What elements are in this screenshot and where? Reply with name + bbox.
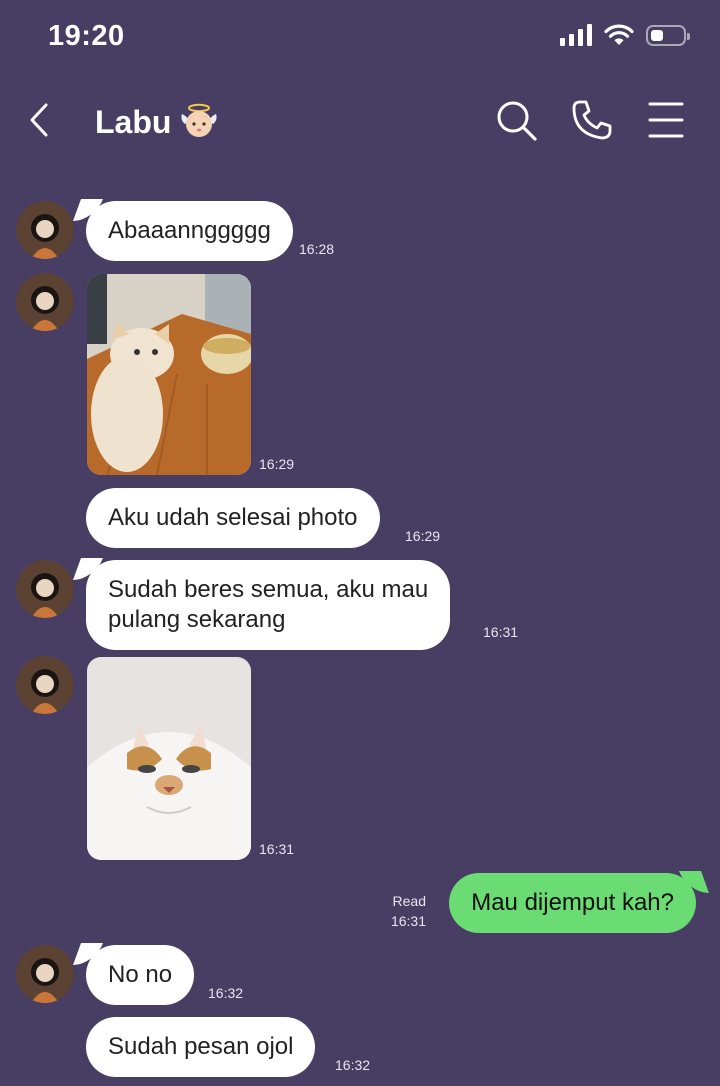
battery-icon [646, 24, 690, 46]
contact-avatar[interactable] [16, 273, 74, 331]
read-label: Read [392, 893, 426, 909]
message-time: 16:32 [335, 1057, 371, 1073]
message-text: Mau dijemput kah? [471, 889, 674, 916]
back-button[interactable] [22, 100, 58, 140]
contact-avatar[interactable] [16, 656, 74, 714]
message-text-line: pulang sekarang [108, 606, 286, 633]
message-time: 16:31 [483, 624, 519, 640]
photo-message-cat-closeup[interactable] [87, 657, 251, 860]
wifi-icon [604, 24, 634, 45]
contact-name: Labu [95, 103, 172, 140]
message-bubble[interactable]: Sudah pesan ojol [86, 1017, 316, 1077]
message-bubble[interactable]: No no [86, 945, 195, 1005]
contact-avatar[interactable] [16, 560, 74, 618]
contact-avatar[interactable] [16, 201, 74, 259]
message-time: 16:29 [405, 528, 441, 544]
status-bar: 19:20 [0, 0, 720, 80]
status-icons [560, 24, 690, 46]
read-receipt: Read 16:31 [391, 891, 426, 931]
message-bubble[interactable]: Sudah beres semua, aku mau pulang sekara… [86, 560, 451, 650]
status-time: 19:20 [48, 20, 125, 52]
message-bubble[interactable]: Abaaannggggg [86, 201, 293, 261]
message-text: Aku udah selesai photo [108, 504, 358, 531]
message-text-line: Sudah beres semua, aku mau [108, 576, 429, 603]
chat-header: Labu [0, 80, 720, 164]
chat-title[interactable]: Labu [95, 102, 219, 142]
message-time: 16:29 [259, 456, 295, 472]
message-time: 16:28 [299, 241, 335, 257]
search-icon[interactable] [494, 98, 538, 142]
message-time: 16:32 [208, 985, 244, 1001]
phone-call-icon[interactable] [570, 98, 614, 142]
message-time: 16:31 [390, 913, 426, 929]
message-text: No no [108, 961, 173, 988]
message-list[interactable]: Abaaannggggg 16:28 16:29 Aku udah selesa… [0, 180, 720, 1086]
message-text: Sudah pesan ojol [108, 1033, 294, 1060]
contact-avatar[interactable] [16, 945, 74, 1003]
cellular-signal-icon [560, 24, 592, 46]
message-time: 16:31 [259, 841, 295, 857]
battery-level [651, 29, 663, 41]
message-bubble-outgoing[interactable]: Mau dijemput kah? [449, 873, 696, 933]
angel-baby-emoji-icon [181, 103, 218, 137]
menu-icon[interactable] [644, 98, 688, 142]
photo-message-cat-on-table[interactable] [87, 274, 251, 475]
message-text: Abaaannggggg [108, 217, 271, 244]
message-bubble[interactable]: Aku udah selesai photo [86, 488, 380, 548]
